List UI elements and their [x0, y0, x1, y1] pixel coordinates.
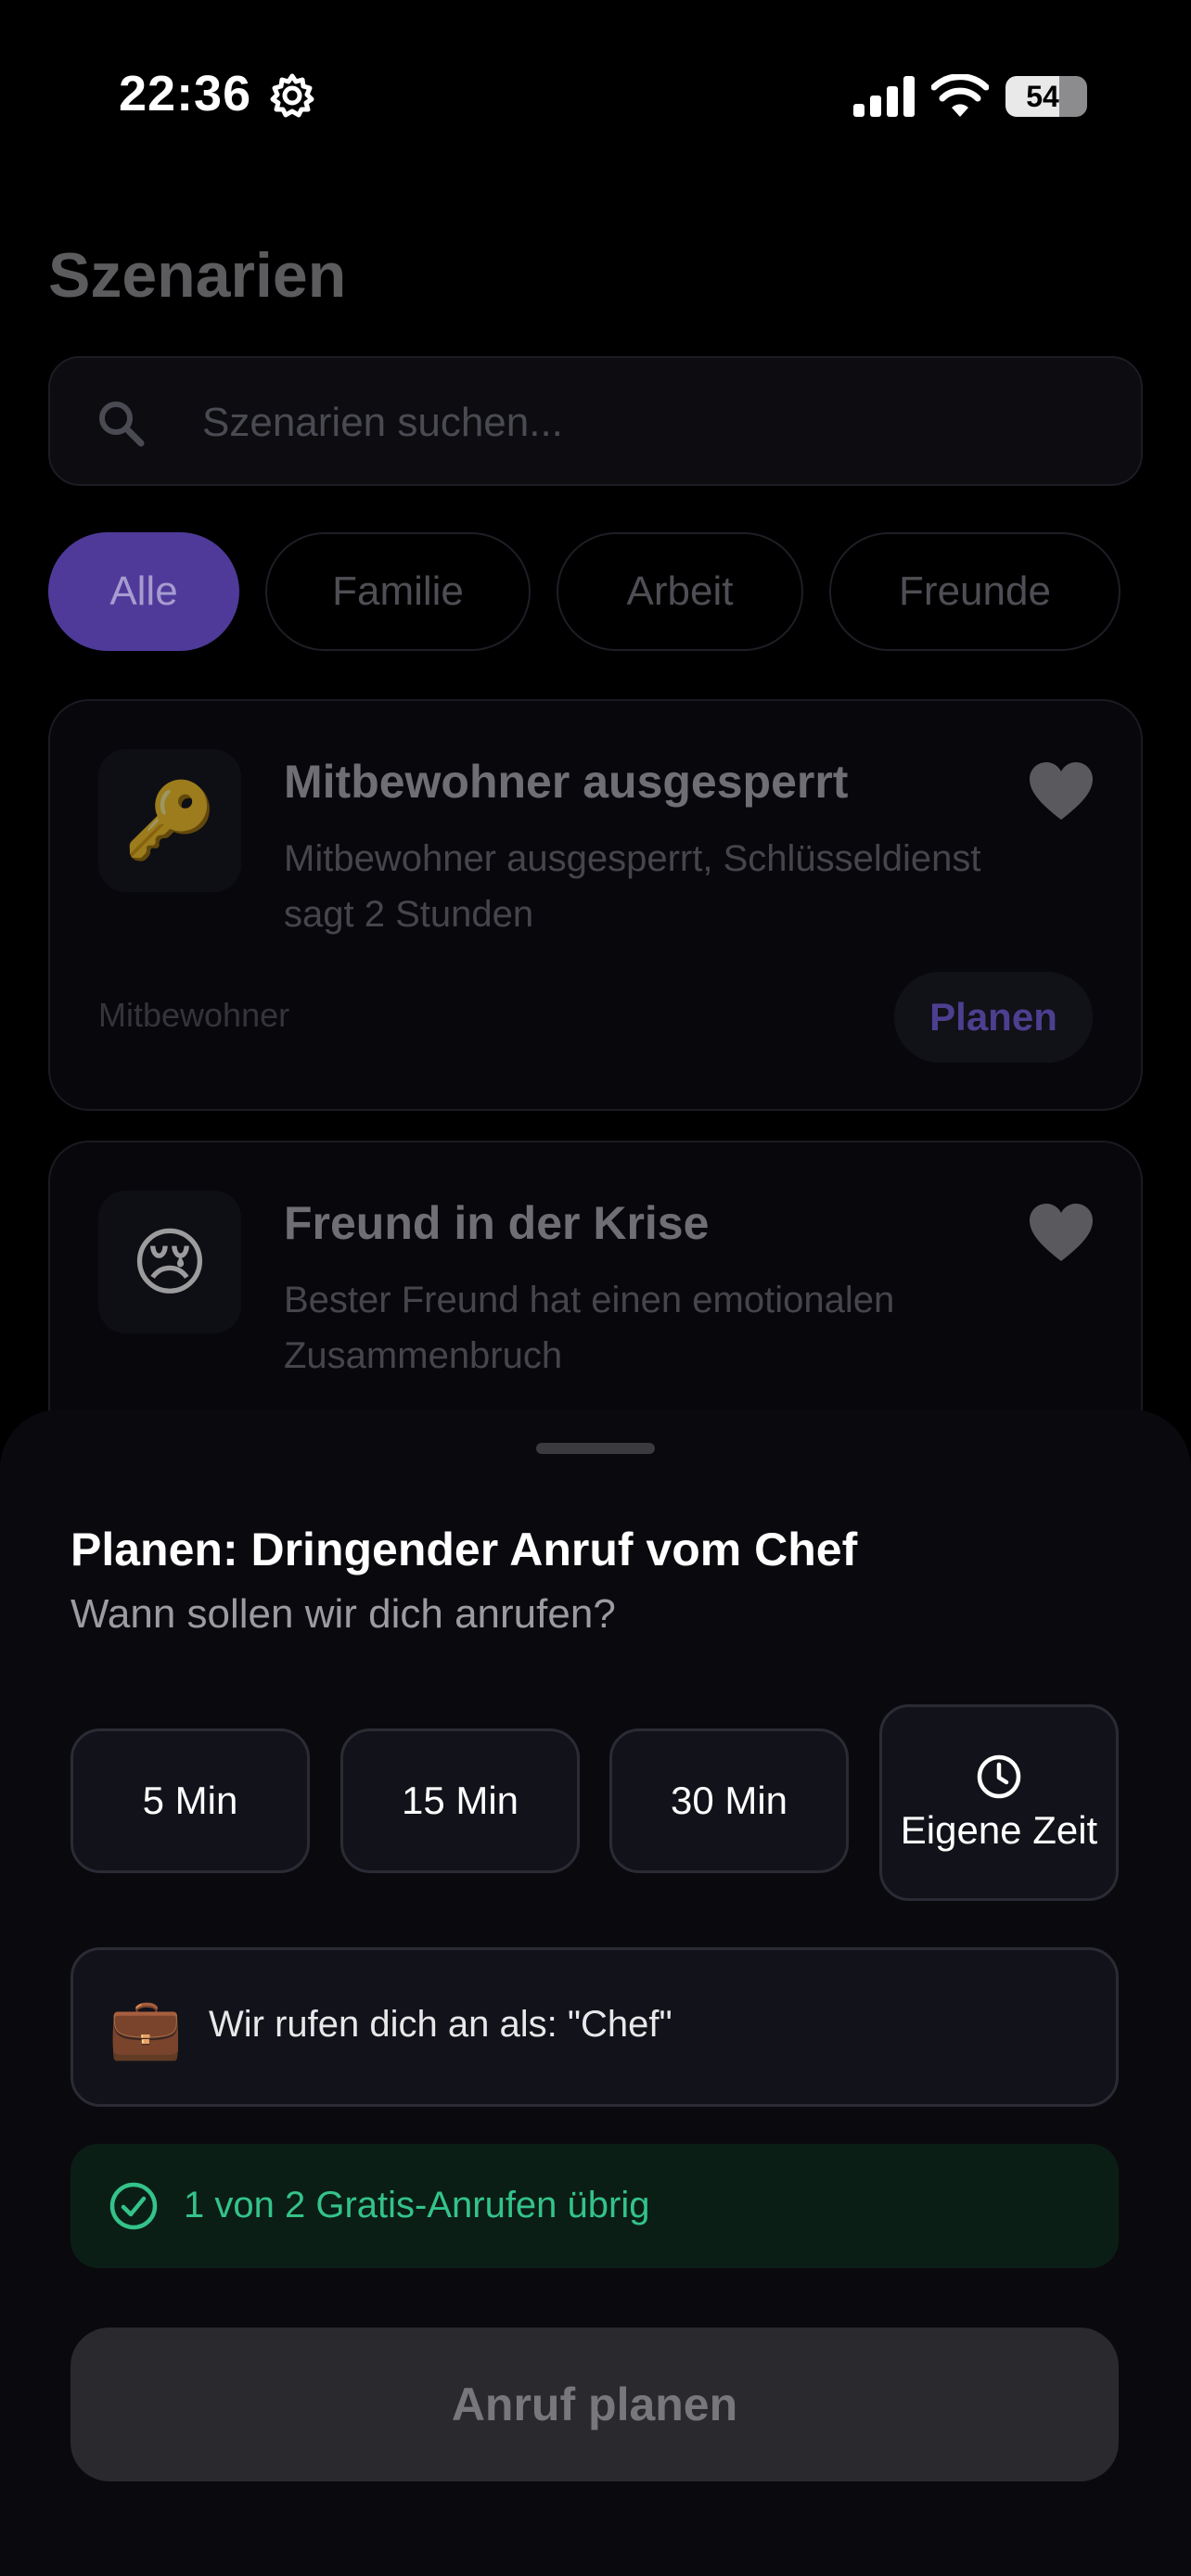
sheet-drag-handle[interactable]: [536, 1443, 655, 1454]
option-label: 5 Min: [142, 1779, 238, 1822]
briefcase-icon: 💼: [109, 1995, 183, 2061]
card-description: Mitbewohner ausgesperrt, Schlüsseldienst…: [284, 838, 981, 935]
chip-familie[interactable]: Familie: [265, 532, 531, 651]
schedule-call-button[interactable]: Anruf planen: [70, 2327, 1119, 2481]
plan-button[interactable]: Planen: [894, 972, 1093, 1063]
search-bar[interactable]: [48, 356, 1143, 486]
option-5-min[interactable]: 5 Min: [70, 1728, 310, 1873]
sheet-subtitle: Wann sollen wir dich anrufen?: [70, 1591, 616, 1637]
search-icon: [99, 402, 145, 447]
schedule-bottom-sheet: Planen: Dringender Anruf vom Chef Wann s…: [0, 1409, 1191, 2576]
category-chips: Alle Familie Arbeit Freunde: [48, 532, 1180, 651]
caller-text: Wir rufen dich an als: "Chef": [209, 2004, 672, 2045]
card-tag: Mitbewohner: [98, 996, 290, 1034]
option-30-min[interactable]: 30 Min: [609, 1728, 849, 1873]
chip-arbeit[interactable]: Arbeit: [557, 532, 803, 651]
card-description: Bester Freund hat einen emotionalen Zusa…: [284, 1280, 895, 1376]
option-custom-time[interactable]: Eigene Zeit: [879, 1704, 1119, 1901]
scenario-card[interactable]: 🔑 Mitbewohner ausgesperrt Mitbewohner au…: [48, 699, 1143, 1111]
heart-icon[interactable]: [1028, 760, 1095, 822]
option-label: 30 Min: [670, 1779, 788, 1822]
caller-identity: 💼 Wir rufen dich an als: "Chef": [70, 1947, 1119, 2107]
search-input[interactable]: [202, 386, 1093, 460]
option-label: Eigene Zeit: [900, 1808, 1098, 1852]
chip-alle[interactable]: Alle: [48, 532, 239, 651]
check-circle-icon: [109, 2182, 158, 2230]
free-calls-text: 1 von 2 Gratis-Anrufen übrig: [184, 2185, 650, 2225]
sheet-title: Planen: Dringender Anruf vom Chef: [70, 1524, 858, 1575]
clock-icon: [977, 1754, 1021, 1799]
crying-face-icon: 😢: [98, 1191, 241, 1333]
free-calls-banner: 1 von 2 Gratis-Anrufen übrig: [70, 2144, 1119, 2268]
page-title: Szenarien: [48, 240, 347, 311]
heart-icon[interactable]: [1028, 1202, 1095, 1263]
scenarios-screen: Szenarien Alle Familie Arbeit Freunde 🔑 …: [0, 0, 1191, 1530]
option-15-min[interactable]: 15 Min: [340, 1728, 580, 1873]
card-title: Freund in der Krise: [284, 1197, 710, 1249]
option-label: 15 Min: [401, 1779, 519, 1822]
key-icon: 🔑: [98, 749, 241, 892]
card-title: Mitbewohner ausgesperrt: [284, 756, 849, 808]
chip-freunde[interactable]: Freunde: [829, 532, 1121, 651]
